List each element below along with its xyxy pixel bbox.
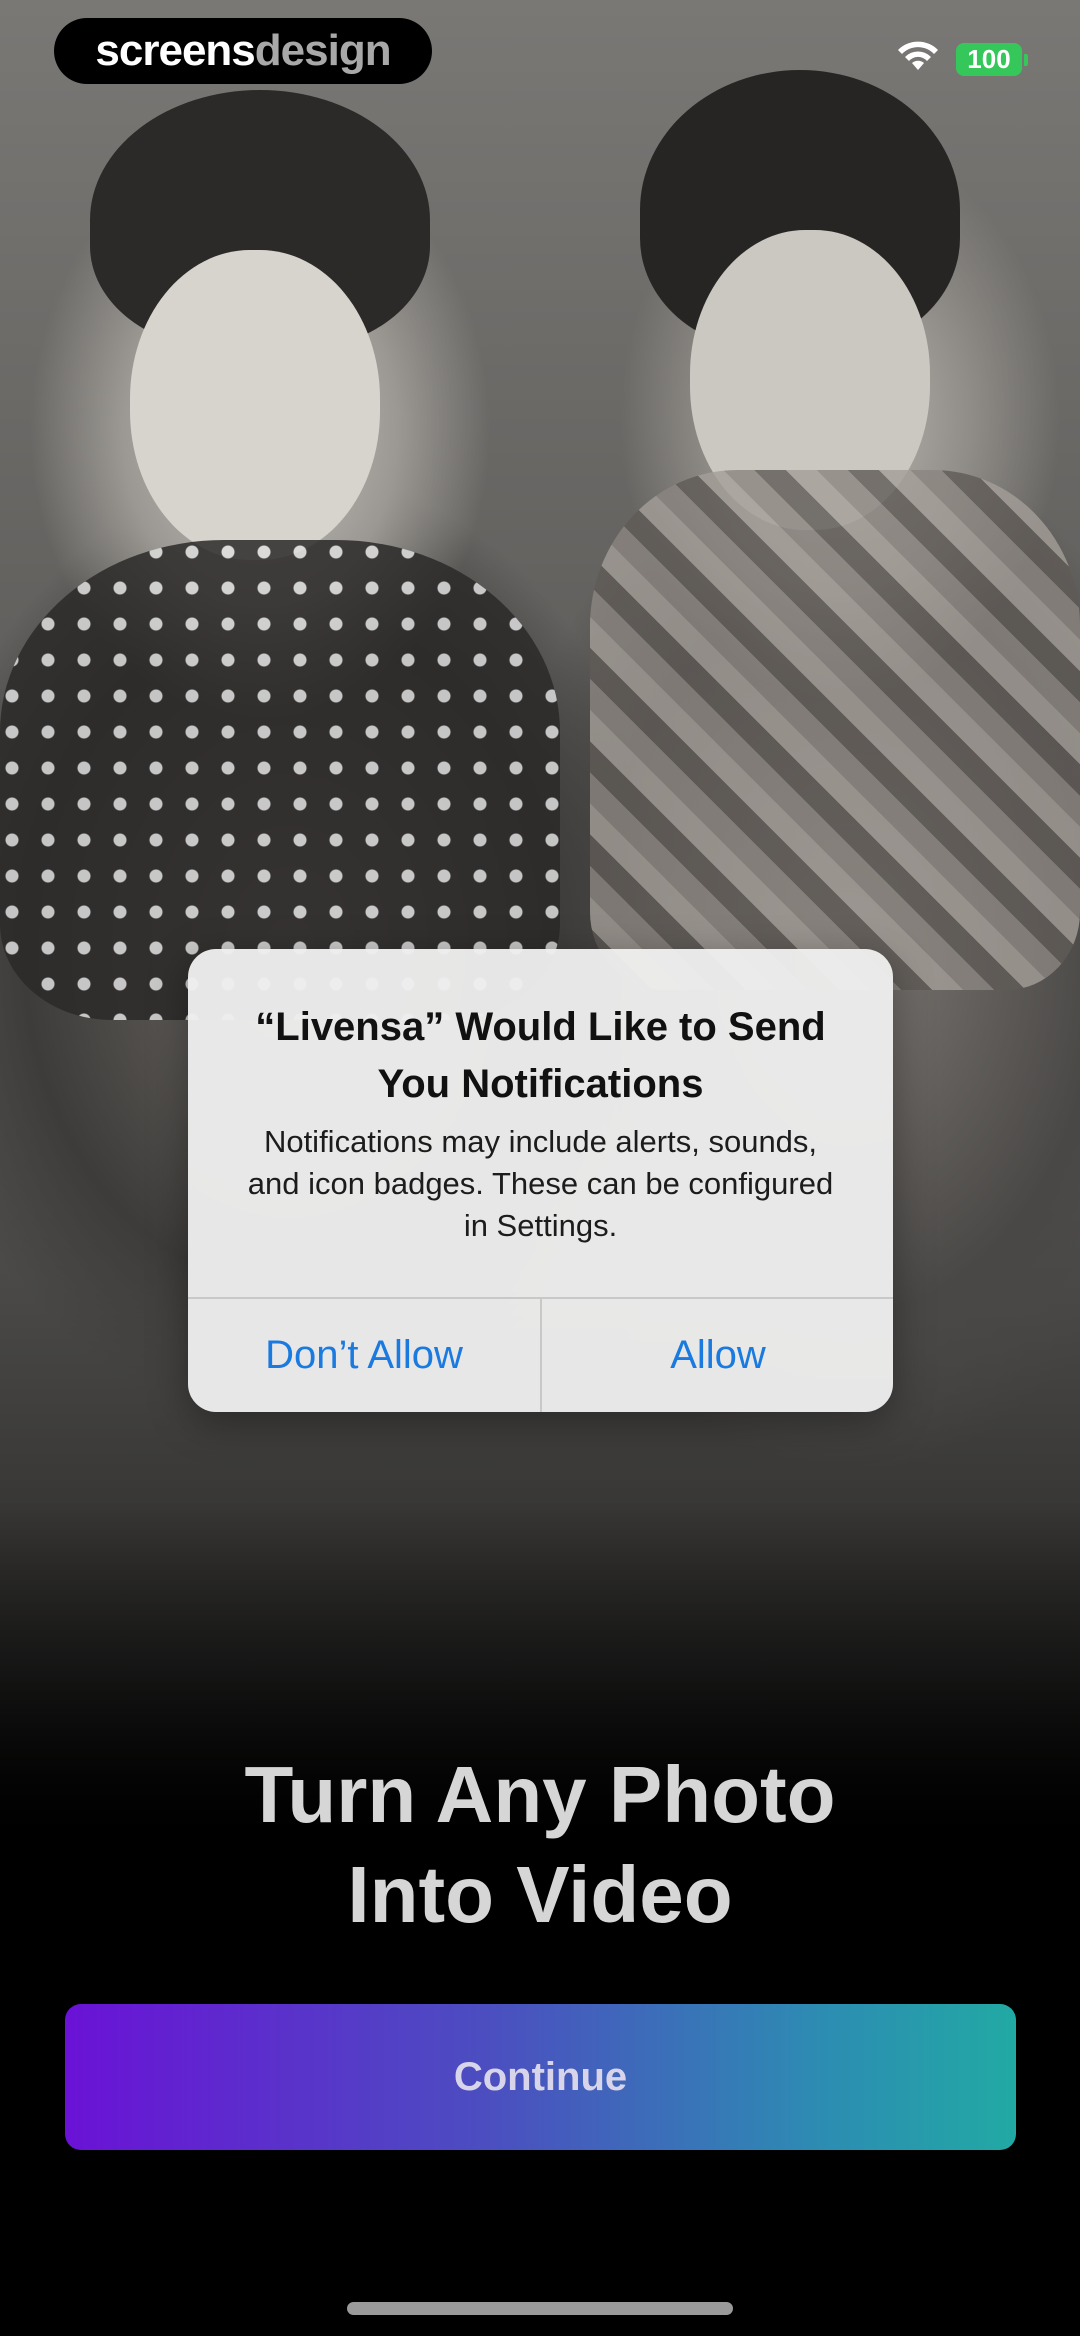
allow-button[interactable]: Allow bbox=[542, 1299, 893, 1412]
alert-message: Notifications may include alerts, sounds… bbox=[247, 1124, 834, 1243]
headline-line-1: Turn Any Photo bbox=[244, 1750, 836, 1839]
photo-figure-left-scarf bbox=[0, 540, 560, 1020]
continue-button-label: Continue bbox=[453, 2054, 628, 2099]
continue-button[interactable]: Continue bbox=[65, 2004, 1016, 2150]
alert-title: “Livensa” Would Like to Send You Notific… bbox=[255, 1005, 826, 1106]
notification-permission-alert: “Livensa” Would Like to Send You Notific… bbox=[188, 949, 893, 1412]
photo-figure-left-face bbox=[130, 250, 380, 560]
brand-part-screens: screens bbox=[95, 26, 255, 75]
headline-line-2: Into Video bbox=[347, 1850, 733, 1939]
battery-indicator: 100 bbox=[956, 43, 1028, 76]
onboarding-headline: Turn Any Photo Into Video bbox=[0, 1745, 1080, 1945]
brand-watermark: screens design bbox=[54, 18, 432, 84]
battery-level: 100 bbox=[967, 44, 1011, 74]
dont-allow-button[interactable]: Don’t Allow bbox=[188, 1299, 540, 1412]
brand-part-design: design bbox=[254, 26, 392, 75]
photo-figure-right-scarf bbox=[590, 470, 1080, 990]
wifi-icon bbox=[898, 41, 938, 70]
home-indicator[interactable] bbox=[347, 2302, 733, 2315]
